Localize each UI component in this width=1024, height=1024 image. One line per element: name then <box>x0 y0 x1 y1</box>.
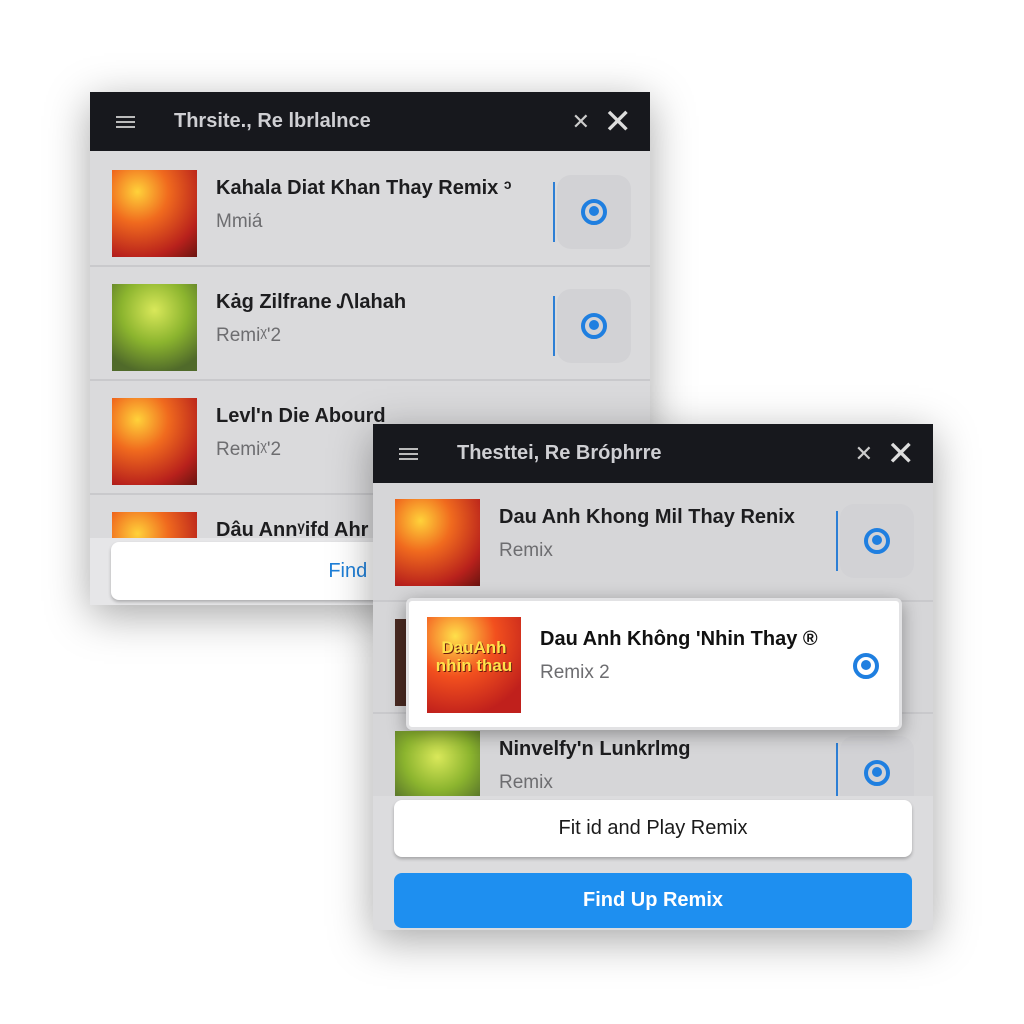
track-subtitle: Remix <box>499 540 553 561</box>
track-subtitle: Remiᵡ'2 <box>216 439 282 460</box>
track-title: Kȧg Zilfrane Ꮑlahah <box>216 291 407 313</box>
divider <box>836 511 838 571</box>
album-art <box>112 398 197 485</box>
play-circle-icon <box>581 199 607 225</box>
track-title: Kahala Diat Khan Thay Remix ᵓ <box>216 177 512 199</box>
album-art-text: DauAnh nhin thau <box>435 638 513 675</box>
play-circle-icon <box>864 760 890 786</box>
track-subtitle: Remix <box>499 772 553 793</box>
album-art: DauAnh nhin thau <box>427 617 521 713</box>
hamburger-menu-icon[interactable] <box>116 116 135 128</box>
play-button[interactable] <box>557 175 631 249</box>
divider <box>836 743 838 803</box>
window-header: Thesttei, Re Bróphrre ✕ ✕ <box>373 424 933 483</box>
track-title: Ninvelfy'n Lunkrlmg <box>499 738 691 760</box>
window-title: Thrsite., Re lbrlalnce <box>174 110 371 132</box>
play-button[interactable] <box>557 289 631 363</box>
track-title: Levl'n Die Abourd <box>216 405 386 427</box>
find-up-remix-button[interactable]: Find Up Remix <box>394 873 912 928</box>
window-header: Thrsite., Re lbrlalnce ✕ ✕ <box>90 92 650 151</box>
track-title: Dau Anh Khong Mil Thay Renix <box>499 506 795 528</box>
list-item[interactable]: Dau Anh Khong Mil Thay Renix Remix <box>373 484 933 602</box>
close-window-icon[interactable]: ✕ <box>604 102 633 142</box>
album-art <box>112 284 197 371</box>
album-art <box>395 499 480 586</box>
play-circle-icon[interactable] <box>853 653 879 679</box>
close-icon[interactable]: ✕ <box>855 441 873 467</box>
divider <box>553 182 555 242</box>
window-title: Thesttei, Re Bróphrre <box>457 442 662 464</box>
hamburger-menu-icon[interactable] <box>399 448 418 460</box>
track-subtitle: Remiᵡ'2 <box>216 325 282 346</box>
highlighted-track-card[interactable]: DauAnh nhin thau Dau Anh Không 'Nhin Tha… <box>406 598 902 730</box>
find-and-play-button[interactable]: Fit id and Play Remix <box>394 800 912 857</box>
divider <box>553 296 555 356</box>
play-button[interactable] <box>840 504 914 578</box>
play-circle-icon <box>864 528 890 554</box>
close-icon[interactable]: ✕ <box>572 109 590 135</box>
list-item[interactable]: Kȧg Zilfrane Ꮑlahah Remiᵡ'2 <box>90 269 650 381</box>
list-item[interactable]: Kahala Diat Khan Thay Remix ᵓ Mmiá <box>90 155 650 267</box>
track-subtitle: Remix 2 <box>540 662 610 683</box>
track-subtitle: Mmiá <box>216 211 263 232</box>
track-title: Dau Anh Không 'Nhin Thay ® <box>540 628 818 650</box>
play-circle-icon <box>581 313 607 339</box>
close-window-icon[interactable]: ✕ <box>887 434 916 474</box>
front-playlist-window: Thesttei, Re Bróphrre ✕ ✕ Dau Anh Khong … <box>373 424 933 930</box>
album-art <box>112 170 197 257</box>
